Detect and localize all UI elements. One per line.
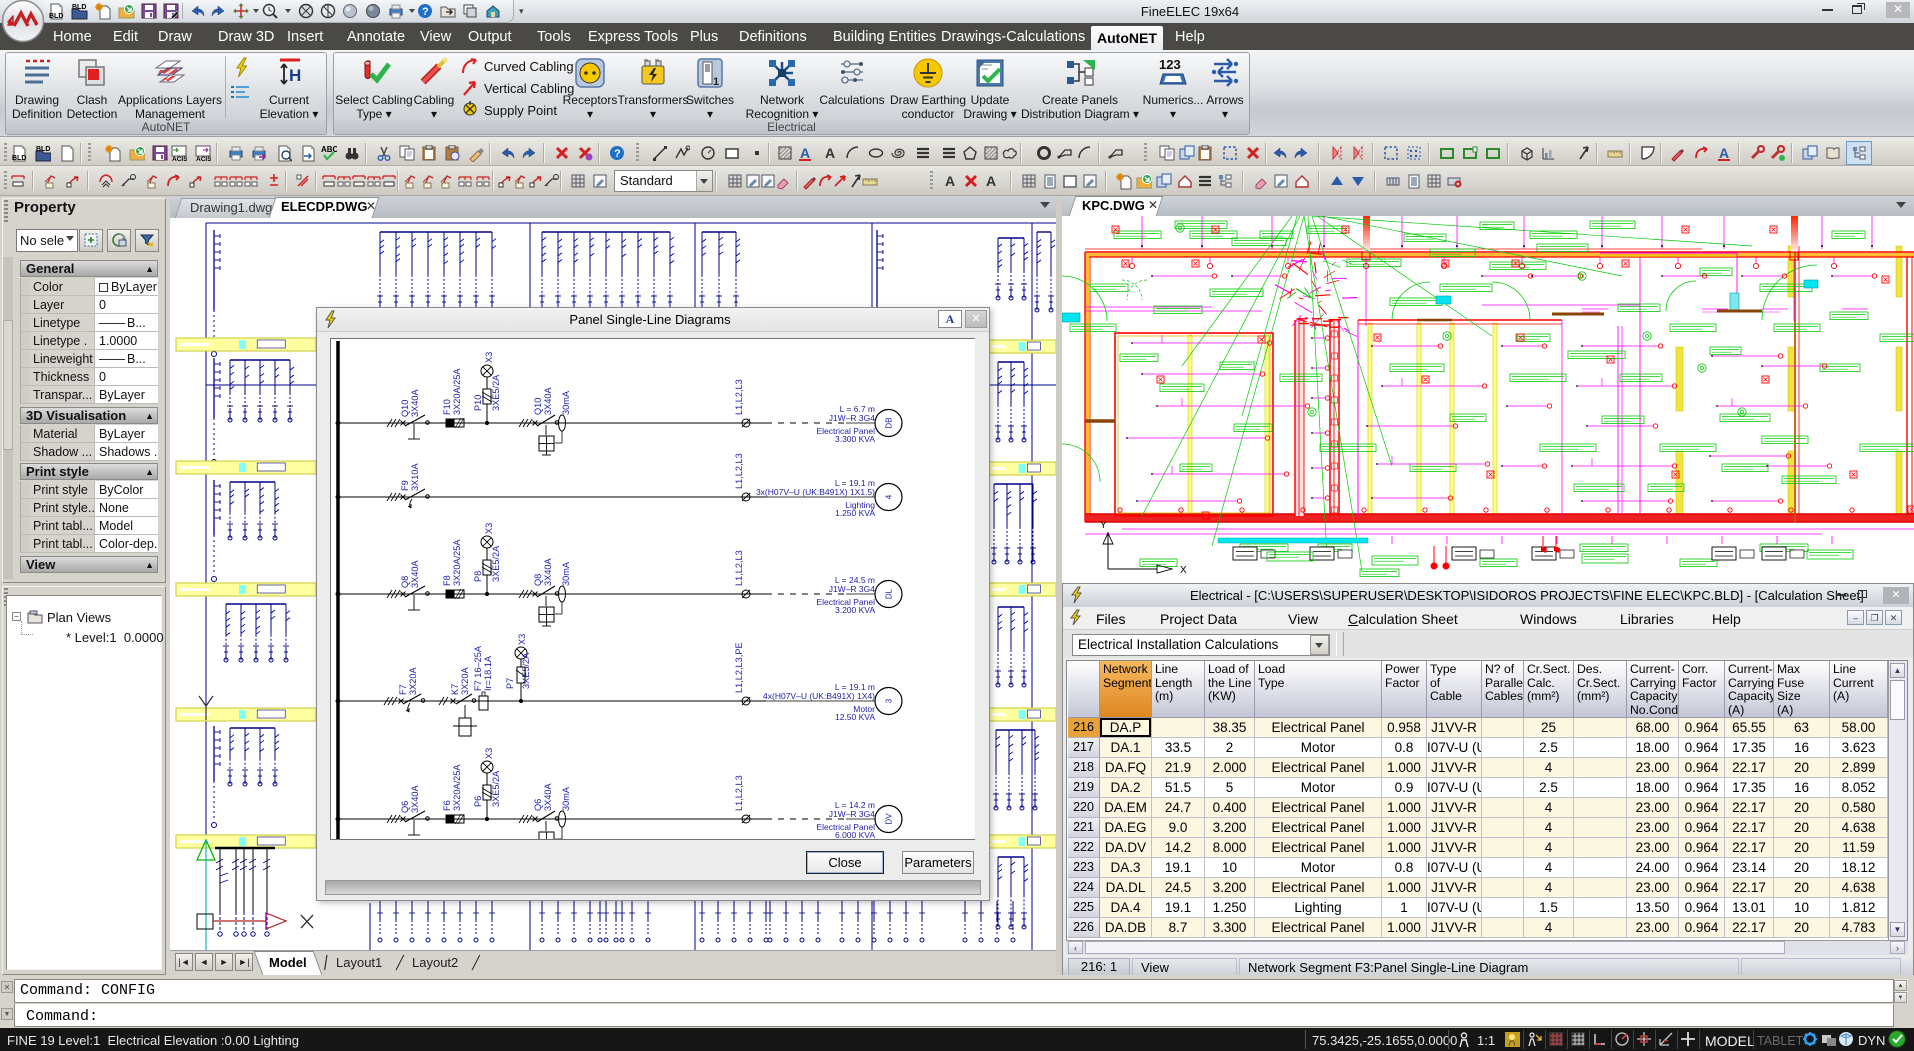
svg-text:A: A: [945, 173, 955, 189]
svg-text:J1W–R 3G4: J1W–R 3G4: [829, 809, 876, 819]
svg-text:3X10A: 3X10A: [410, 463, 420, 491]
svg-text:3X40A: 3X40A: [543, 387, 553, 415]
svg-text:F10: F10: [442, 399, 452, 415]
svg-text:12.50 KVA: 12.50 KVA: [835, 712, 875, 722]
svg-text:F9: F9: [400, 480, 410, 491]
svg-text:F8: F8: [442, 575, 452, 586]
svg-text:P8: P8: [473, 571, 483, 582]
svg-text:Q10: Q10: [533, 398, 543, 415]
svg-text:BLD: BLD: [36, 146, 50, 153]
svg-text:Q8: Q8: [400, 576, 410, 588]
svg-text:?: ?: [422, 6, 429, 18]
svg-text:L1,L2,L3,PE: L1,L2,L3,PE: [734, 642, 744, 693]
svg-text:3XE5/2A: 3XE5/2A: [491, 545, 501, 582]
svg-text:X3: X3: [517, 634, 527, 645]
svg-text:BLD: BLD: [49, 13, 63, 20]
svg-text:Y: Y: [1100, 520, 1107, 531]
svg-text:3X40A: 3X40A: [543, 783, 553, 811]
svg-text:ACIS: ACIS: [172, 156, 187, 162]
svg-text:DL: DL: [885, 588, 894, 599]
svg-text:3X40A: 3X40A: [410, 389, 420, 417]
svg-text:ACIS: ACIS: [196, 156, 211, 162]
svg-text:F7 16–25A: F7 16–25A: [473, 645, 483, 691]
svg-text:L1,L2,L3: L1,L2,L3: [734, 775, 744, 811]
svg-text:P10: P10: [473, 395, 483, 411]
svg-text:30mA: 30mA: [561, 561, 571, 586]
svg-text:A: A: [986, 173, 996, 189]
svg-text:3X20A: 3X20A: [460, 667, 470, 695]
svg-text:3.300 KVA: 3.300 KVA: [835, 434, 875, 444]
svg-text:6.000 KVA: 6.000 KVA: [835, 830, 875, 839]
svg-text:4x(H07V–U (UK:B491X) 1X4): 4x(H07V–U (UK:B491X) 1X4): [763, 691, 875, 701]
svg-text:3X20A: 3X20A: [408, 667, 418, 695]
svg-text:L1,L2,L3: L1,L2,L3: [734, 379, 744, 415]
svg-text:Q10: Q10: [400, 400, 410, 417]
svg-text:A: A: [1719, 145, 1729, 161]
svg-text:Q8: Q8: [533, 574, 543, 586]
svg-text:K7: K7: [450, 684, 460, 695]
svg-text:3X20A/25A: 3X20A/25A: [452, 368, 462, 415]
svg-text:DB: DB: [885, 417, 894, 428]
svg-text:F6: F6: [442, 800, 452, 811]
svg-text:A: A: [800, 145, 810, 161]
svg-text:3X40A: 3X40A: [410, 560, 420, 588]
svg-text:123: 123: [1159, 57, 1181, 72]
svg-text:X: X: [1180, 565, 1187, 576]
svg-text:1.250 KVA: 1.250 KVA: [835, 508, 875, 518]
svg-text:?: ?: [614, 148, 621, 160]
svg-text:3XE5/2A: 3XE5/2A: [491, 770, 501, 807]
svg-text:3x(H07V–U (UK:B491X) 1X1.5): 3x(H07V–U (UK:B491X) 1X1.5): [756, 487, 875, 497]
svg-text:F7: F7: [398, 684, 408, 695]
svg-text:X3: X3: [484, 352, 494, 363]
svg-text:J1W–R 3G4: J1W–R 3G4: [829, 584, 876, 594]
svg-text:3XE5/2A: 3XE5/2A: [521, 652, 531, 689]
svg-text:DV: DV: [885, 813, 894, 825]
svg-text:A: A: [825, 145, 835, 161]
svg-text:30mA: 30mA: [561, 786, 571, 811]
svg-text:1: 1: [713, 76, 719, 88]
svg-text:X3: X3: [484, 748, 494, 759]
svg-text:P7: P7: [505, 678, 515, 689]
svg-text:Q6: Q6: [400, 801, 410, 813]
svg-text:L1,L2,L3: L1,L2,L3: [734, 453, 744, 489]
svg-text:3X20A/25A: 3X20A/25A: [452, 764, 462, 811]
svg-text:4: 4: [885, 494, 894, 499]
svg-text:J1W–R 3G4: J1W–R 3G4: [829, 413, 876, 423]
svg-text:3X20A/25A: 3X20A/25A: [452, 539, 462, 586]
svg-text:P6: P6: [473, 796, 483, 807]
svg-text:L1,L2,L3: L1,L2,L3: [734, 550, 744, 586]
svg-text:3X40A: 3X40A: [410, 785, 420, 813]
svg-text:BLD: BLD: [12, 155, 26, 162]
svg-text:Q6: Q6: [533, 799, 543, 811]
svg-text:30mA: 30mA: [561, 390, 571, 415]
svg-text:3XE5/2A: 3XE5/2A: [491, 374, 501, 411]
svg-text:H: H: [289, 66, 301, 85]
svg-text:3: 3: [885, 698, 894, 703]
svg-text:BLD: BLD: [72, 4, 86, 11]
svg-text:X3: X3: [484, 523, 494, 534]
svg-text:Ir=18.1A: Ir=18.1A: [483, 655, 493, 691]
svg-text:3X40A: 3X40A: [543, 558, 553, 586]
svg-text:3.200 KVA: 3.200 KVA: [835, 605, 875, 615]
